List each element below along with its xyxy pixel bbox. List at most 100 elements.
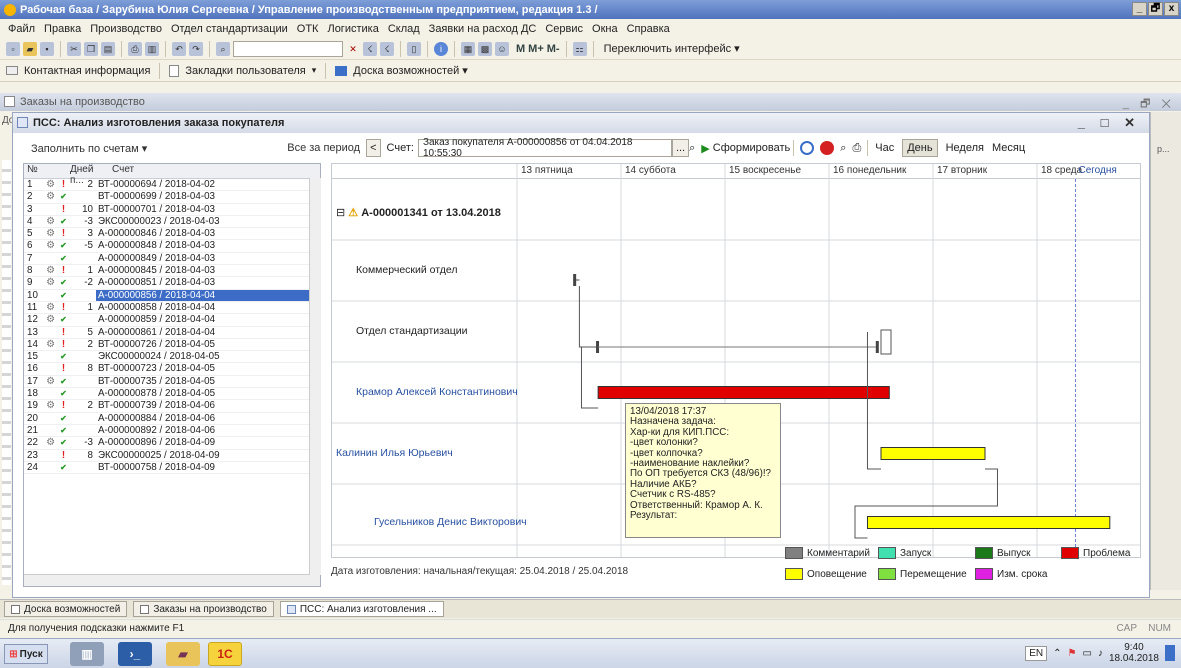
tray-flag-icon[interactable]: ⚑ (1068, 648, 1077, 659)
collapse-order-icon[interactable]: ⊟ (336, 207, 345, 219)
save-icon[interactable]: ▪ (40, 41, 54, 56)
print-icon[interactable]: ⎙ (128, 41, 142, 56)
timeline-row-name[interactable]: Калинин Илья Юрьевич (336, 447, 453, 459)
copy-icon[interactable]: ❐ (84, 41, 98, 56)
grid-col-days[interactable]: Дней п... (70, 164, 110, 186)
tab-opportunities-board[interactable]: Доска возможностей (4, 601, 128, 617)
table-row[interactable]: 13! 5 А-000000861 / 2018-04-04 (24, 327, 320, 339)
stop-icon[interactable] (820, 141, 835, 155)
timeline-row-name[interactable]: Коммерческий отдел (356, 264, 457, 276)
search-input[interactable] (233, 40, 343, 57)
show-desktop-button[interactable] (1165, 645, 1175, 661)
document-icon[interactable]: ▯ (407, 41, 421, 56)
table-row[interactable]: 20 ✔ А-000000884 / 2018-04-06 (24, 413, 320, 425)
scale-month-button[interactable]: Месяц (992, 142, 1025, 154)
table-row[interactable]: 15 ✔ ЭКС00000024 / 2018-04-05 (24, 351, 320, 364)
info-icon[interactable]: i (434, 41, 448, 56)
table-row[interactable]: 23! 8 ЭКС00000025 / 2018-04-09 (24, 450, 320, 462)
menu-production[interactable]: Производство (90, 23, 162, 35)
users-icon[interactable]: ☺ (495, 41, 509, 56)
table-row[interactable]: 4 ⚙ ✔ -3 ЭКС00000023 / 2018-04-03 (24, 216, 320, 229)
tray-network-icon[interactable]: ▭ (1082, 648, 1091, 659)
tab-production-orders[interactable]: Заказы на производство (133, 601, 274, 617)
timeline-row-name[interactable]: Отдел стандартизации (356, 325, 468, 337)
undo-icon[interactable]: ↶ (172, 41, 186, 56)
fill-by-invoices-button[interactable]: Заполнить по счетам ▾ (31, 142, 147, 155)
search-icon[interactable]: ⌕ (216, 41, 230, 56)
menu-windows[interactable]: Окна (592, 23, 618, 35)
menu-otk[interactable]: ОТК (297, 23, 319, 35)
sheet-icon[interactable]: ▩ (478, 41, 492, 56)
tray-clock[interactable]: 9:40 18.04.2018 (1109, 642, 1159, 664)
invoice-select-button[interactable]: ... (671, 139, 690, 157)
new-document-icon[interactable]: ▫ (6, 41, 20, 56)
table-row[interactable]: 18 ✔ А-000000878 / 2018-04-05 (24, 388, 320, 401)
close-window-button[interactable]: x (1164, 2, 1179, 16)
menu-expense-requests[interactable]: Заявки на расход ДС (429, 23, 537, 35)
timeline-row-name[interactable]: Крамор Алексей Константинович (356, 386, 518, 398)
back-button[interactable]: < (366, 139, 381, 157)
tray-volume-icon[interactable]: ♪ (1098, 648, 1103, 659)
contact-info-link[interactable]: Контактная информация (24, 65, 150, 77)
table-row[interactable]: 6 ⚙ ✔ -5 А-000000848 / 2018-04-03 (24, 240, 320, 253)
search-small-icon[interactable]: ⌕ (689, 142, 695, 155)
table-row[interactable]: 22 ⚙ ✔ -3 А-000000896 / 2018-04-09 (24, 437, 320, 450)
search-clear-icon[interactable]: ✕ (346, 42, 360, 56)
find-prev-icon[interactable]: ☇ (380, 41, 394, 56)
menu-warehouse[interactable]: Склад (388, 23, 420, 35)
table-row[interactable]: 16! 8 ВТ-00000723 / 2018-04-05 (24, 363, 320, 376)
grid-vertical-scrollbar[interactable] (309, 178, 321, 575)
table-row[interactable]: 11 ⚙! 1 А-000000858 / 2018-04-04 (24, 302, 320, 315)
table-row[interactable]: 9 ⚙ ✔ -2 А-000000851 / 2018-04-03 (24, 277, 320, 290)
table-row[interactable]: 21 ✔ А-000000892 / 2018-04-06 (24, 425, 320, 438)
all-for-period-button[interactable]: Все за период (287, 142, 360, 154)
menu-edit[interactable]: Правка (44, 23, 81, 35)
table-row[interactable]: 3! 10 ВТ-00000701 / 2018-04-03 (24, 204, 320, 216)
timeline-row-name[interactable]: Гусельников Денис Викторович (374, 516, 527, 528)
taskbar-explorer-app[interactable]: ▰ (166, 642, 200, 666)
table-row[interactable]: 5 ⚙! 3 А-000000846 / 2018-04-03 (24, 228, 320, 241)
tab-pss-analysis[interactable]: ПСС: Анализ изготовления ... (279, 601, 444, 617)
menu-file[interactable]: Файл (8, 23, 35, 35)
grid-col-invoice[interactable]: Счет (110, 164, 320, 178)
language-indicator[interactable]: EN (1025, 645, 1048, 661)
menu-standardization[interactable]: Отдел стандартизации (171, 23, 288, 35)
table-row[interactable]: 12 ⚙ ✔ А-000000859 / 2018-04-04 (24, 314, 320, 327)
paste-icon[interactable]: ▤ (101, 41, 115, 56)
table-row[interactable]: 17 ⚙ ✔ ВТ-00000735 / 2018-04-05 (24, 376, 320, 389)
table-row[interactable]: 19 ⚙! 2 ВТ-00000739 / 2018-04-06 (24, 400, 320, 413)
calculator-icon[interactable]: ⚏ (572, 41, 587, 56)
taskbar-network-app[interactable]: ▥ (70, 642, 104, 666)
maximize-button[interactable]: 🗗 (1148, 2, 1163, 16)
scale-week-button[interactable]: Неделя (946, 142, 984, 154)
dialog-controls[interactable]: _ □ ✕ (1078, 115, 1141, 131)
minimize-button[interactable]: _ (1132, 2, 1147, 16)
grid-horizontal-scrollbar[interactable] (24, 574, 320, 586)
scale-day-button[interactable]: День (902, 139, 938, 157)
table-icon[interactable]: ▦ (461, 41, 475, 56)
grid-col-number[interactable]: № (24, 164, 70, 178)
find-next-icon[interactable]: ☇ (363, 41, 377, 56)
table-row[interactable]: 8 ⚙! 1 А-000000845 / 2018-04-03 (24, 265, 320, 278)
tray-up-arrow-icon[interactable]: ⌃ (1053, 648, 1061, 659)
table-row[interactable]: 7 ✔ А-000000849 / 2018-04-03 (24, 253, 320, 266)
table-row[interactable]: 14 ⚙! 2 ВТ-00000726 / 2018-04-05 (24, 339, 320, 352)
print-small-icon[interactable]: ⎙ (852, 142, 861, 155)
memory-plus-button[interactable]: M+ (528, 43, 544, 55)
start-button[interactable]: ⊞ Пуск (4, 644, 48, 664)
user-bookmarks-dropdown-icon[interactable]: ▾ (312, 65, 317, 76)
open-folder-icon[interactable]: ▰ (23, 41, 37, 56)
taskbar-powershell-app[interactable]: ›_ (118, 642, 152, 666)
user-bookmarks-link[interactable]: Закладки пользователя (185, 65, 305, 77)
taskbar-1c-app[interactable]: 1С (208, 642, 242, 666)
scale-hour-button[interactable]: Час (875, 142, 894, 154)
switch-interface-button[interactable]: Переключить интерфейс ▾ (604, 42, 740, 55)
invoice-field[interactable]: Заказ покупателя А-000000856 от 04.04.20… (417, 137, 672, 159)
opportunities-board-link[interactable]: Доска возможностей ▾ (353, 64, 468, 77)
table-row[interactable]: 24 ✔ ВТ-00000758 / 2018-04-09 (24, 462, 320, 475)
menu-logistics[interactable]: Логистика (327, 23, 378, 35)
menu-help[interactable]: Справка (627, 23, 670, 35)
redo-icon[interactable]: ↷ (189, 41, 203, 56)
form-button[interactable]: Сформировать (713, 142, 791, 154)
memory-m-button[interactable]: M (516, 43, 525, 55)
